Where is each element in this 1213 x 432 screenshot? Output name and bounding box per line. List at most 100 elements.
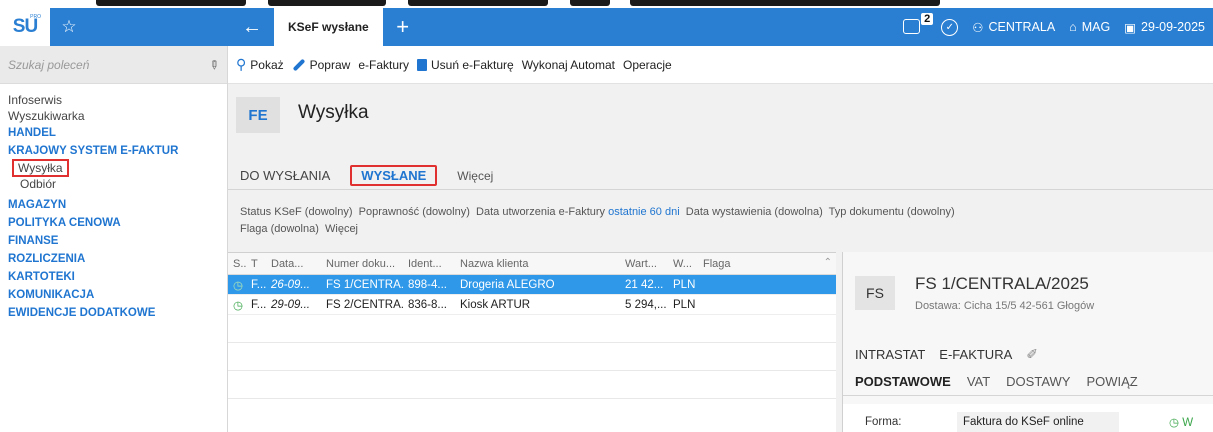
empty-row (228, 315, 836, 343)
cell-number: FS 1/CENTRA... (326, 278, 403, 291)
column-header[interactable]: Data... (266, 258, 321, 270)
company-selector[interactable]: ⚇ CENTRALA (972, 20, 1055, 35)
tab-powiazania[interactable]: POWIĄZ (1086, 374, 1137, 389)
tab-more[interactable]: Więcej (457, 169, 493, 183)
form-row: Forma: Faktura do KSeF online ◷ W (843, 404, 1213, 432)
tab-efaktura[interactable]: E-FAKTURA (939, 347, 1012, 362)
empty-row (228, 371, 836, 399)
search-icon: ⚲ (236, 56, 247, 72)
company-label: CENTRALA (988, 20, 1056, 34)
star-icon[interactable]: ☆ (54, 17, 84, 37)
document-detail-panel: FS FS 1/CENTRALA/2025 Dostawa: Cicha 15/… (842, 252, 1213, 432)
column-header[interactable]: Flaga (698, 258, 740, 270)
sidebar-section-magazyn[interactable]: MAGAZYN (8, 196, 219, 214)
form-label: Forma: (865, 416, 902, 428)
table-row[interactable]: ◷ F... 29-09... FS 2/CENTRA... 836-8... … (228, 295, 836, 315)
fix-button[interactable]: Popraw (292, 57, 351, 72)
fix-label: Popraw (309, 57, 351, 72)
device-icon (903, 19, 921, 34)
sidebar-section-rozliczenia[interactable]: ROZLICZENIA (8, 250, 219, 268)
table-header: S... T Data... Numer doku... Ident... Na… (228, 253, 836, 275)
tab-vat[interactable]: VAT (967, 374, 990, 389)
detail-tabs-primary: PODSTAWOWE VAT DOSTAWY POWIĄZ (843, 368, 1213, 396)
building-icon: ⌂ (1069, 20, 1077, 34)
logo-sub: PRO (30, 14, 41, 20)
tab-ksef-sent[interactable]: KSeF wysłane (274, 8, 383, 46)
filter-created-value[interactable]: ostatnie 60 dni (608, 206, 680, 218)
automat-label: Wykonaj Automat (521, 57, 615, 72)
column-header[interactable]: W... (668, 258, 698, 270)
column-header[interactable]: S... (228, 258, 246, 270)
check-circle-icon[interactable]: ✓ (941, 18, 959, 36)
tab-podstawowe[interactable]: PODSTAWOWE (855, 374, 951, 389)
filters-bar: Status KSeF (dowolny) Poprawność (dowoln… (240, 204, 1200, 238)
cell-currency: PLN (673, 298, 696, 311)
filter-issued[interactable]: Data wystawienia (dowolna) (686, 206, 823, 218)
title-bar: SU PRO ☆ ← KSeF wysłane + 2 ✓ ⚇ CENTRALA… (0, 8, 1213, 46)
cell-currency: PLN (673, 278, 696, 291)
sidebar-section-ewidencje[interactable]: EWIDENCJE DODATKOWE (8, 304, 219, 322)
run-automat-button[interactable]: Wykonaj Automat (522, 58, 615, 72)
notifications-count: 2 (921, 13, 934, 25)
tab-sent[interactable]: WYSŁANE (350, 165, 438, 186)
cell-value: 21 42... (625, 278, 664, 291)
sidebar-section-polityka[interactable]: POLITYKA CENOWA (8, 214, 219, 232)
calendar-icon: ▣ (1124, 20, 1137, 35)
table-row[interactable]: ◷ F... 26-09... FS 1/CENTRA... 898-4... … (228, 275, 836, 295)
clock-icon: ◷ (1169, 417, 1180, 429)
column-header[interactable]: Wart... (620, 258, 668, 270)
cell-value: 5 294,... (625, 298, 667, 311)
action-toolbar: ⚲ Pokaż Popraw e-Faktury Usuń e-Fakturę … (228, 46, 1213, 84)
date-label: 29-09-2025 (1141, 20, 1205, 34)
app-logo[interactable]: SU PRO (0, 8, 50, 46)
sidebar-section-kartoteki[interactable]: KARTOTEKI (8, 268, 219, 286)
sidebar-item-infoserwis[interactable]: Infoserwis (8, 92, 219, 108)
column-header[interactable]: Numer doku... (321, 258, 403, 270)
cell-ident: 836-8... (408, 298, 447, 311)
sidebar-section-handel[interactable]: HANDEL (8, 124, 219, 142)
date-selector[interactable]: ▣ 29-09-2025 (1124, 20, 1205, 35)
show-button[interactable]: ⚲ Pokaż (236, 56, 284, 73)
sidebar-item-odbior[interactable]: Odbiór (8, 176, 219, 192)
scroll-up-icon[interactable]: ⌃ (824, 257, 832, 268)
filter-flag[interactable]: Flaga (dowolna) (240, 223, 319, 235)
main-content: FE Wysyłka DO WYSŁANIA WYSŁANE Więcej St… (228, 84, 1213, 432)
filter-doc-type[interactable]: Typ dokumentu (dowolny) (829, 206, 955, 218)
warehouse-label: MAG (1081, 20, 1111, 34)
view-tabs: DO WYSŁANIA WYSŁANE Więcej (228, 162, 1213, 190)
warehouse-selector[interactable]: ⌂ MAG (1069, 20, 1110, 34)
detail-tabs-secondary: INTRASTAT E-FAKTURA ✐ (855, 346, 1038, 363)
empty-row (228, 343, 836, 371)
operations-button[interactable]: Operacje (623, 58, 672, 72)
column-header[interactable]: Nazwa klienta (455, 258, 620, 270)
column-header[interactable]: Ident... (403, 258, 455, 270)
cell-client: Drogeria ALEGRO (460, 278, 555, 291)
sidebar-section-finanse[interactable]: FINANSE (8, 232, 219, 250)
tab-dostawy[interactable]: DOSTAWY (1006, 374, 1070, 389)
filter-more[interactable]: Więcej (325, 223, 358, 235)
sidebar-item-wyszukiwarka[interactable]: Wyszukiwarka (8, 108, 219, 124)
cell-date: 29-09... (271, 298, 310, 311)
filter-validity[interactable]: Poprawność (dowolny) (359, 206, 470, 218)
tab-intrastat[interactable]: INTRASTAT (855, 347, 925, 362)
new-tab-plus-icon[interactable]: + (383, 14, 423, 40)
page-code-badge: FE (236, 97, 280, 133)
sidebar-menu: Infoserwis Wyszukiwarka HANDEL KRAJOWY S… (0, 84, 227, 330)
sidebar-section-komunikacja[interactable]: KOMUNIKACJA (8, 286, 219, 304)
column-header[interactable]: T (246, 258, 266, 270)
back-arrow-icon[interactable]: ← (230, 16, 274, 39)
filter-created-label[interactable]: Data utworzenia e-Faktury (476, 206, 605, 218)
tab-to-send[interactable]: DO WYSŁANIA (240, 168, 330, 183)
notifications-button[interactable]: 2 (903, 13, 934, 38)
show-label: Pokaż (250, 57, 284, 72)
paperclip-icon[interactable]: ✐ (1026, 346, 1038, 363)
delete-einvoice-button[interactable]: Usuń e-Fakturę (417, 58, 514, 72)
sidebar-section-ksef[interactable]: KRAJOWY SYSTEM E-FAKTUR (8, 142, 219, 160)
filter-ksef-status[interactable]: Status KSeF (dowolny) (240, 206, 353, 218)
pin-icon[interactable]: ✎ (205, 56, 222, 73)
page-header: FE Wysyłka (228, 84, 1213, 162)
form-value-field[interactable]: Faktura do KSeF online (957, 412, 1119, 432)
sidebar-item-wysylka[interactable]: Wysyłka (8, 159, 219, 177)
command-search-input[interactable]: Szukaj poleceń ✎ (0, 46, 227, 84)
einvoices-button[interactable]: e-Faktury (358, 58, 409, 72)
